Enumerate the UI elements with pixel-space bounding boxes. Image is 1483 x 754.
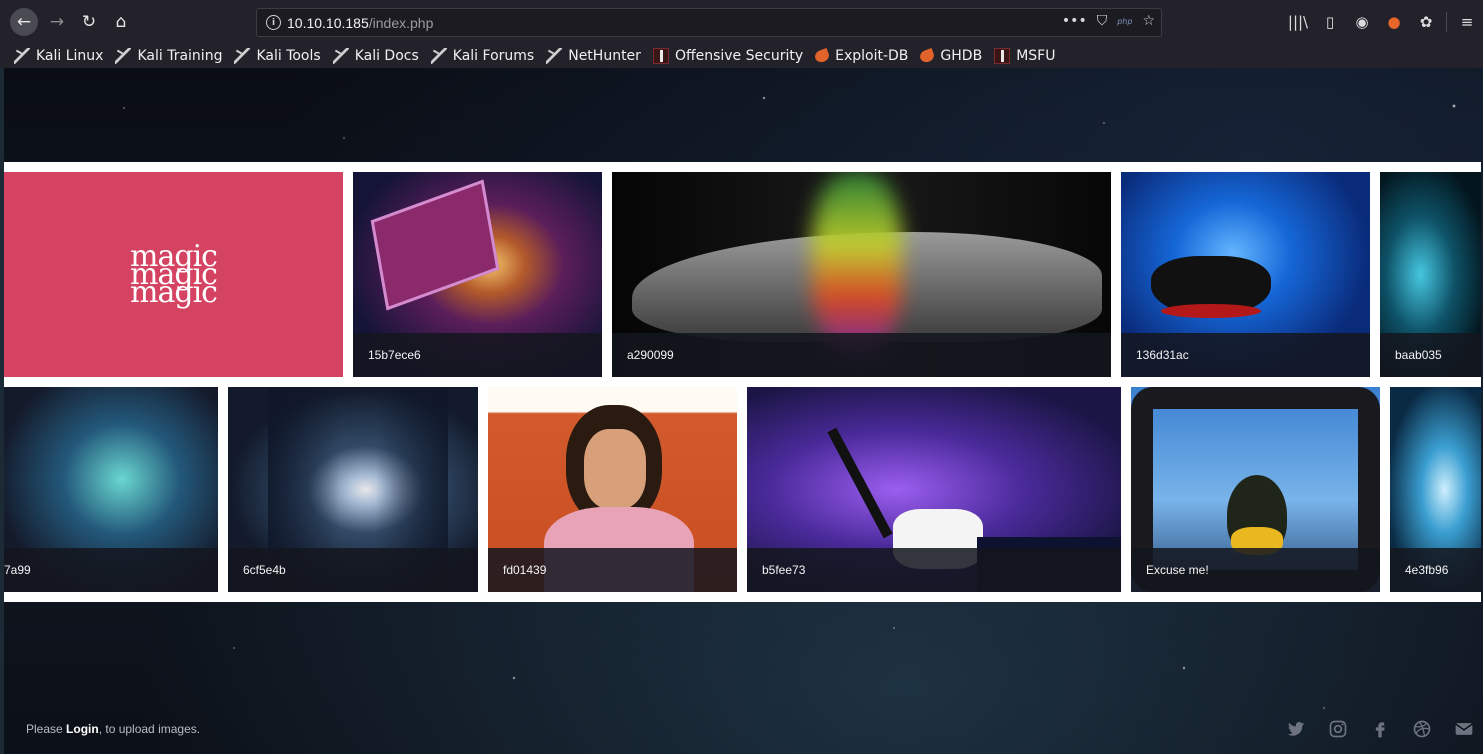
gallery-item[interactable]: baab035 [1380, 172, 1481, 377]
gallery-item[interactable]: 4e3fb96 [1390, 387, 1481, 592]
gallery-logo-tile[interactable]: magic [4, 172, 343, 377]
offsec-icon [994, 48, 1011, 64]
bookmark-label: Kali Docs [354, 48, 419, 64]
bookmark-exploit-db[interactable]: Exploit-DB [813, 47, 909, 65]
bookmark-kali-docs[interactable]: Kali Docs [332, 48, 419, 64]
home-icon: ⌂ [115, 12, 127, 32]
offsec-icon [652, 48, 669, 64]
php-extension-icon[interactable]: php [1117, 17, 1132, 26]
gallery-caption: Excuse me! [1131, 548, 1380, 592]
login-link[interactable]: Login [66, 722, 99, 736]
url-host: 10.10.10.185 [287, 15, 369, 31]
gallery-item[interactable]: fd01439 [488, 387, 737, 592]
bookmarks-bar: Kali Linux Kali Training Kali Tools Kali… [0, 44, 1483, 68]
kali-dragon-icon [234, 48, 251, 64]
url-text[interactable]: 10.10.10.185/index.php [287, 15, 433, 31]
bookmark-star-icon[interactable]: ☆ [1142, 13, 1155, 29]
browser-toolbar: ← → ↻ ⌂ i 10.10.10.185/index.php ••• ⛉ p… [0, 0, 1483, 44]
dribbble-icon[interactable] [1411, 718, 1433, 740]
twitter-icon[interactable] [1285, 718, 1307, 740]
instagram-icon[interactable] [1327, 718, 1349, 740]
bookmark-label: Kali Tools [256, 48, 321, 64]
bookmark-offensive-security[interactable]: Offensive Security [652, 48, 804, 64]
url-path: /index.php [368, 15, 434, 31]
gallery-caption: fd01439 [488, 548, 737, 592]
arrow-left-icon: ← [16, 12, 32, 32]
extension-palette-icon[interactable]: ✿ [1410, 8, 1442, 36]
url-bar[interactable]: i 10.10.10.185/index.php ••• ⛉ php ☆ [256, 8, 1162, 37]
info-icon[interactable]: i [266, 15, 281, 30]
page-background: magic 15b7ece6 a290099 136d31ac baab035 … [4, 68, 1483, 754]
bookmark-msfu[interactable]: MSFU [994, 48, 1055, 64]
kali-dragon-icon [115, 48, 132, 64]
bookmark-nethunter[interactable]: NetHunter [546, 48, 641, 64]
reload-icon: ↻ [81, 12, 97, 32]
toolbar-separator [1446, 12, 1447, 32]
bookmark-ghdb[interactable]: GHDB [918, 47, 983, 65]
gallery-item[interactable]: b5fee73 [747, 387, 1121, 592]
gallery-item[interactable]: 136d31ac [1121, 172, 1370, 377]
extension-fox-icon[interactable]: ● [1378, 8, 1410, 36]
gallery-item[interactable]: Excuse me! [1131, 387, 1380, 592]
kali-dragon-icon [332, 48, 349, 64]
account-icon[interactable]: ◉ [1346, 8, 1378, 36]
menu-icon[interactable]: ≡ [1451, 8, 1483, 36]
kali-dragon-icon [14, 48, 30, 64]
gallery-caption: baab035 [1380, 333, 1481, 377]
gallery-caption: 15b7ece6 [353, 333, 602, 377]
exploitdb-icon [813, 47, 831, 65]
gallery-item[interactable]: 7a99 [4, 387, 218, 592]
email-icon[interactable] [1453, 718, 1475, 740]
gallery-caption: 7a99 [4, 548, 218, 592]
magic-logo-text: magic [130, 257, 218, 292]
bookmark-kali-linux[interactable]: Kali Linux [14, 48, 103, 64]
gallery-caption: 6cf5e4b [228, 548, 478, 592]
bookmark-kali-training[interactable]: Kali Training [115, 48, 222, 64]
gallery-caption: a290099 [612, 333, 1111, 377]
exploitdb-icon [918, 47, 937, 65]
kali-dragon-icon [430, 48, 447, 64]
image-gallery: magic 15b7ece6 a290099 136d31ac baab035 … [4, 162, 1481, 602]
forward-button[interactable]: → [43, 8, 71, 36]
bookmark-label: Offensive Security [674, 48, 804, 64]
footer-prefix: Please [26, 722, 67, 736]
footer-upload-note: Please Login, to upload images. [26, 722, 200, 736]
arrow-right-icon: → [49, 12, 65, 32]
pocket-icon[interactable]: ⛉ [1097, 13, 1108, 29]
gallery-item[interactable]: 6cf5e4b [228, 387, 478, 592]
toolbar-right: |||\ ▯ ◉ ● ✿ ≡ [1282, 8, 1483, 36]
page-actions-icon[interactable]: ••• [1062, 13, 1087, 29]
reload-button[interactable]: ↻ [75, 8, 103, 36]
bookmark-label: MSFU [1016, 48, 1056, 64]
kali-dragon-icon [546, 48, 563, 64]
bookmark-label: Kali Training [137, 48, 223, 64]
magic-logo: magic [4, 172, 343, 377]
gallery-caption: 136d31ac [1121, 333, 1370, 377]
bookmark-label: GHDB [940, 48, 983, 64]
gallery-caption: b5fee73 [747, 548, 1121, 592]
gallery-caption: 4e3fb96 [1390, 548, 1481, 592]
footer-suffix: , to upload images. [98, 722, 201, 736]
bookmark-label: Exploit-DB [835, 48, 909, 64]
bookmark-label: NetHunter [568, 48, 641, 64]
url-actions: ••• ⛉ php ☆ [1062, 13, 1155, 29]
facebook-icon[interactable] [1369, 718, 1391, 740]
bookmark-kali-tools[interactable]: Kali Tools [234, 48, 321, 64]
bookmark-label: Kali Forums [452, 48, 535, 64]
sidebar-icon[interactable]: ▯ [1314, 8, 1346, 36]
bookmark-label: Kali Linux [36, 48, 104, 64]
bookmark-kali-forums[interactable]: Kali Forums [430, 48, 535, 64]
back-button[interactable]: ← [10, 8, 38, 36]
gallery-item[interactable]: 15b7ece6 [353, 172, 602, 377]
gallery-item[interactable]: a290099 [612, 172, 1111, 377]
library-icon[interactable]: |||\ [1282, 8, 1314, 36]
social-links [1285, 718, 1475, 740]
home-button[interactable]: ⌂ [107, 8, 135, 36]
